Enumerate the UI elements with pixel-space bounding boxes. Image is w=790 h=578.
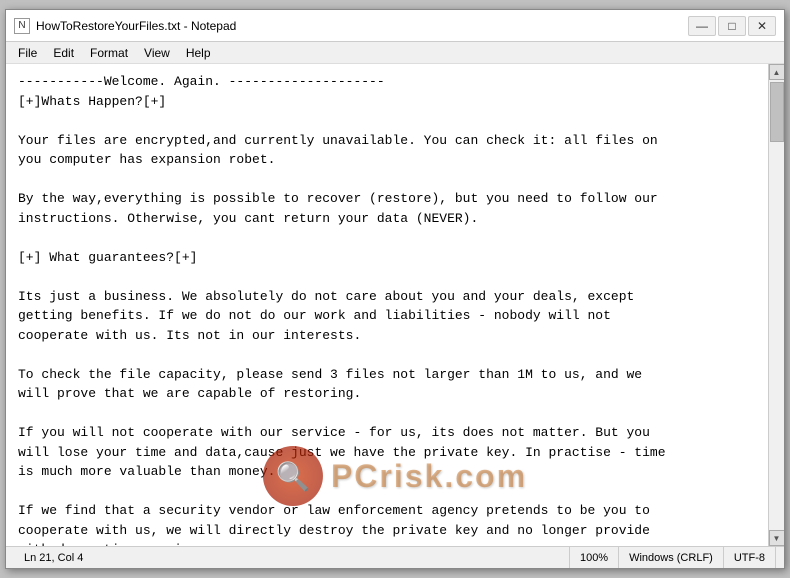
status-bar: Ln 21, Col 4 100% Windows (CRLF) UTF-8	[6, 546, 784, 568]
content-wrapper: -----------Welcome. Again. -------------…	[6, 64, 784, 546]
minimize-button[interactable]: —	[688, 16, 716, 36]
status-zoom: 100%	[570, 547, 619, 568]
menu-help[interactable]: Help	[178, 44, 219, 62]
notepad-icon-symbol: N	[18, 20, 25, 31]
window-title: HowToRestoreYourFiles.txt - Notepad	[36, 19, 236, 33]
menu-edit[interactable]: Edit	[45, 44, 82, 62]
title-bar-left: N HowToRestoreYourFiles.txt - Notepad	[14, 18, 236, 34]
scrollbar-track: ▲ ▼	[768, 64, 784, 546]
notepad-window: N HowToRestoreYourFiles.txt - Notepad — …	[5, 9, 785, 569]
scroll-down-button[interactable]: ▼	[769, 530, 785, 546]
close-button[interactable]: ✕	[748, 16, 776, 36]
menu-view[interactable]: View	[136, 44, 178, 62]
status-line-ending: Windows (CRLF)	[619, 547, 724, 568]
menu-format[interactable]: Format	[82, 44, 136, 62]
status-line-col: Ln 21, Col 4	[14, 547, 570, 568]
title-bar: N HowToRestoreYourFiles.txt - Notepad — …	[6, 10, 784, 42]
menu-bar: File Edit Format View Help	[6, 42, 784, 64]
scrollbar-thumb[interactable]	[770, 82, 784, 142]
text-editor[interactable]: -----------Welcome. Again. -------------…	[6, 64, 768, 546]
window-controls: — □ ✕	[688, 16, 776, 36]
notepad-icon: N	[14, 18, 30, 34]
maximize-button[interactable]: □	[718, 16, 746, 36]
menu-file[interactable]: File	[10, 44, 45, 62]
status-encoding: UTF-8	[724, 547, 776, 568]
scroll-up-button[interactable]: ▲	[769, 64, 785, 80]
